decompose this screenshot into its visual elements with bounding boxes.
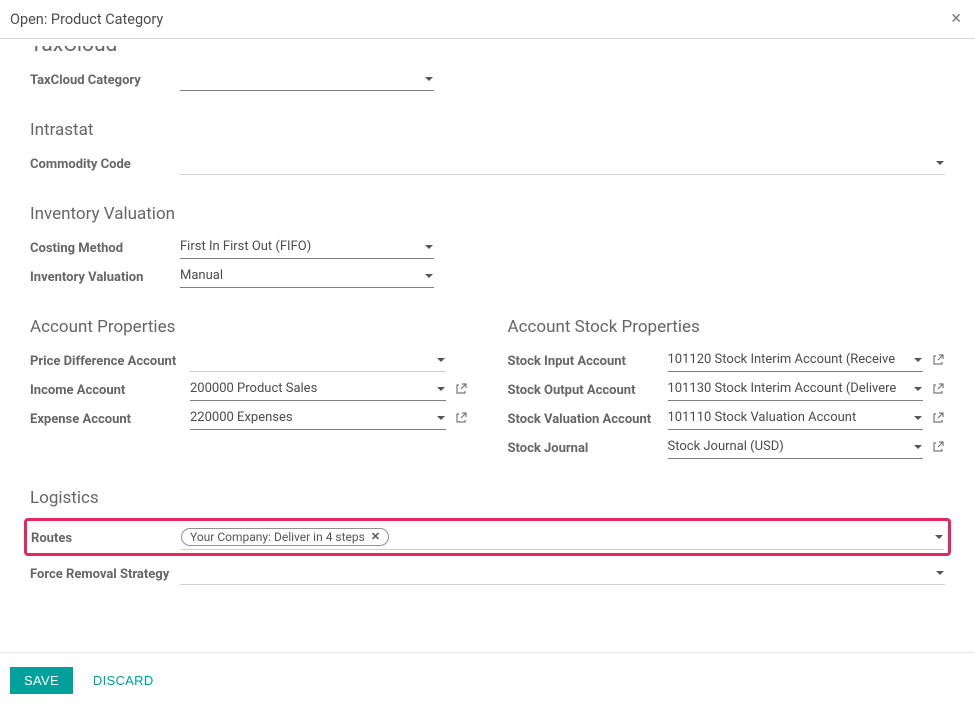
field-force-removal[interactable] [180,561,945,585]
chevron-down-icon[interactable] [914,445,922,449]
chevron-down-icon[interactable] [437,358,445,362]
section-account-properties: Account Properties [30,317,468,337]
chevron-down-icon[interactable] [935,535,943,539]
field-stock-valuation[interactable]: 101110 Stock Valuation Account [668,406,924,430]
dialog-header: Open: Product Category × [0,0,975,39]
field-commodity-code[interactable] [180,151,945,175]
route-tag[interactable]: Your Company: Deliver in 4 steps ✕ [181,528,389,546]
chevron-down-icon[interactable] [437,416,445,420]
field-stock-output[interactable]: 101130 Stock Interim Account (Delivere [668,377,924,401]
label-stock-input: Stock Input Account [508,352,668,369]
label-stock-journal: Stock Journal [508,439,668,456]
field-price-diff-account[interactable] [190,348,446,372]
field-routes[interactable]: Your Company: Deliver in 4 steps ✕ [181,524,944,550]
label-costing-method: Costing Method [30,239,180,256]
chevron-down-icon[interactable] [425,77,433,81]
external-link-icon[interactable] [931,440,945,454]
chevron-down-icon[interactable] [914,387,922,391]
label-inventory-valuation: Inventory Valuation [30,268,180,285]
chevron-down-icon[interactable] [936,571,944,575]
field-expense-account[interactable]: 220000 Expenses [190,406,446,430]
label-income-account: Income Account [30,381,190,398]
save-button[interactable]: Save [10,667,73,694]
route-tag-text: Your Company: Deliver in 4 steps [190,530,365,544]
chevron-down-icon[interactable] [425,245,433,249]
chevron-down-icon[interactable] [425,274,433,278]
remove-tag-icon[interactable]: ✕ [371,530,380,543]
section-account-stock-properties: Account Stock Properties [508,317,946,337]
section-inventory-valuation: Inventory Valuation [30,204,945,224]
field-costing-method[interactable]: First In First Out (FIFO) [180,235,434,259]
label-expense-account: Expense Account [30,410,190,427]
section-taxcloud-partial: TaxCloud [30,46,945,56]
chevron-down-icon[interactable] [437,387,445,391]
label-force-removal: Force Removal Strategy [30,565,180,582]
label-stock-output: Stock Output Account [508,381,668,398]
highlight-annotation: Routes Your Company: Deliver in 4 steps … [24,518,951,556]
field-stock-journal[interactable]: Stock Journal (USD) [668,435,924,459]
chevron-down-icon[interactable] [936,161,944,165]
dialog-body: TaxCloud TaxCloud Category Intrastat Com… [0,46,975,642]
discard-button[interactable]: Discard [89,667,158,694]
field-stock-input[interactable]: 101120 Stock Interim Account (Receive [668,348,924,372]
external-link-icon[interactable] [931,353,945,367]
label-taxcloud-category: TaxCloud Category [30,71,180,88]
label-price-diff-account: Price Difference Account [30,352,190,369]
chevron-down-icon[interactable] [914,416,922,420]
field-income-account[interactable]: 200000 Product Sales [190,377,446,401]
label-commodity-code: Commodity Code [30,155,180,172]
field-inventory-valuation[interactable]: Manual [180,264,434,288]
section-intrastat: Intrastat [30,120,945,140]
external-link-icon[interactable] [931,382,945,396]
dialog-footer: Save Discard [0,652,975,708]
external-link-icon[interactable] [454,382,468,396]
external-link-icon[interactable] [454,411,468,425]
section-logistics: Logistics [30,488,945,508]
external-link-icon[interactable] [931,411,945,425]
chevron-down-icon[interactable] [914,358,922,362]
dialog-title: Open: Product Category [10,11,163,28]
label-routes: Routes [31,529,181,546]
label-stock-valuation: Stock Valuation Account [508,410,668,427]
field-taxcloud-category[interactable] [180,67,434,91]
close-icon[interactable]: × [951,10,961,28]
